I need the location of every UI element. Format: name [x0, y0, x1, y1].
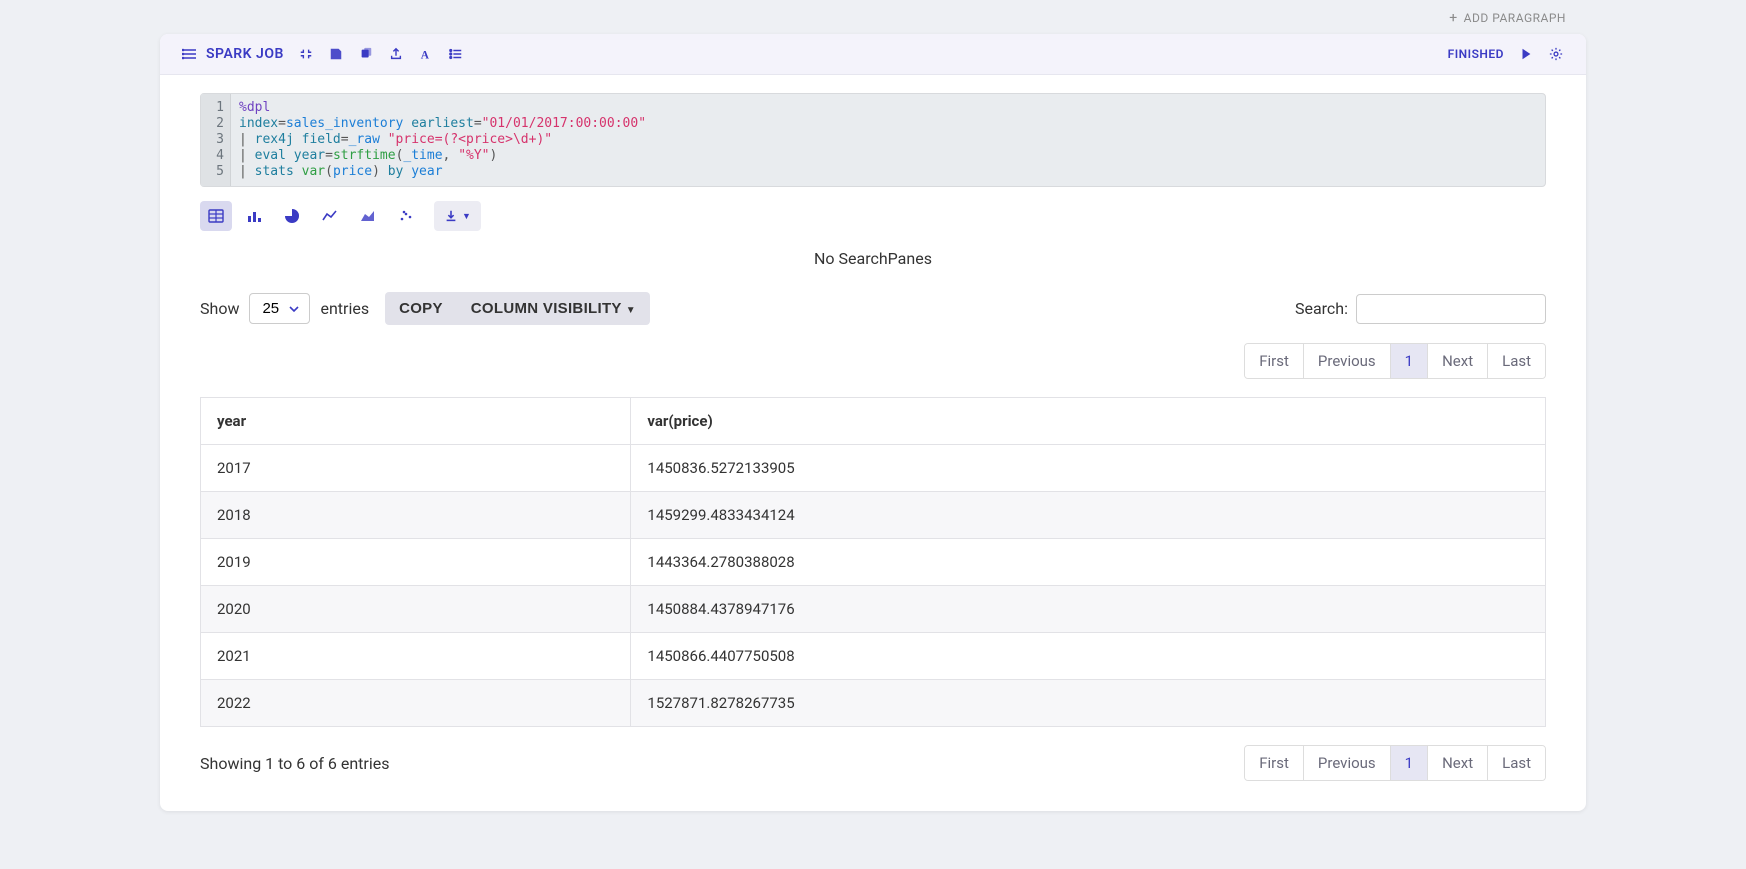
paragraph-title: SPARK JOB	[206, 46, 284, 62]
page-size-select[interactable]: 25	[249, 293, 310, 324]
download-button[interactable]: ▼	[434, 201, 481, 231]
table-row: 20181459299.4833434124	[201, 492, 1546, 539]
list-icon	[182, 46, 198, 62]
table-row: 20171450836.5272133905	[201, 445, 1546, 492]
play-icon[interactable]	[1518, 46, 1534, 62]
add-paragraph-label: ADD PARAGRAPH	[1464, 11, 1566, 25]
page-next-button[interactable]: Next	[1428, 344, 1488, 378]
area-chart-button[interactable]	[352, 201, 384, 231]
show-label: Show	[200, 299, 239, 318]
panel-header: SPARK JOB A FINISHED	[160, 34, 1586, 75]
table-row: 20191443364.2780388028	[201, 539, 1546, 586]
minimize-icon[interactable]	[298, 46, 314, 62]
code-gutter: 1 2 3 4 5	[201, 94, 231, 186]
no-searchpanes-label: No SearchPanes	[200, 249, 1546, 268]
chevron-down-icon: ▼	[462, 211, 471, 222]
page-number-button[interactable]: 1	[1391, 344, 1428, 378]
save-icon[interactable]	[328, 46, 344, 62]
export-icon[interactable]	[388, 46, 404, 62]
results-table: year var(price) 20171450836.5272133905 2…	[200, 397, 1546, 727]
page-previous-button[interactable]: Previous	[1304, 746, 1391, 780]
code-editor[interactable]: 1 2 3 4 5 %dpl index=sales_inventory ear…	[200, 93, 1546, 187]
paragraph-panel: SPARK JOB A FINISHED	[160, 34, 1586, 811]
pie-chart-button[interactable]	[276, 201, 308, 231]
column-visibility-button[interactable]: COLUMN VISIBILITY▼	[457, 292, 650, 325]
column-header-year[interactable]: year	[201, 398, 631, 445]
table-row: 20201450884.4378947176	[201, 586, 1546, 633]
table-info: Showing 1 to 6 of 6 entries	[200, 754, 389, 773]
numbered-list-icon[interactable]	[448, 46, 464, 62]
copy-button[interactable]: COPY	[385, 292, 457, 325]
pagination-top: First Previous 1 Next Last	[1244, 343, 1546, 379]
page-number-button[interactable]: 1	[1391, 746, 1428, 780]
search-input[interactable]	[1356, 294, 1546, 324]
page-first-button[interactable]: First	[1245, 746, 1304, 780]
page-previous-button[interactable]: Previous	[1304, 344, 1391, 378]
plus-icon: +	[1449, 11, 1457, 25]
font-icon[interactable]: A	[418, 46, 434, 62]
pagination-bottom: First Previous 1 Next Last	[1244, 745, 1546, 781]
copy-icon[interactable]	[358, 46, 374, 62]
table-view-button[interactable]	[200, 201, 232, 231]
search-label: Search:	[1295, 299, 1348, 318]
column-header-var-price[interactable]: var(price)	[631, 398, 1546, 445]
page-next-button[interactable]: Next	[1428, 746, 1488, 780]
viz-toolbar: ▼	[200, 201, 1546, 231]
code-content[interactable]: %dpl index=sales_inventory earliest="01/…	[231, 94, 1545, 186]
page-first-button[interactable]: First	[1245, 344, 1304, 378]
page-last-button[interactable]: Last	[1488, 746, 1545, 780]
page-last-button[interactable]: Last	[1488, 344, 1545, 378]
svg-text:A: A	[421, 49, 430, 61]
add-paragraph-button[interactable]: + ADD PARAGRAPH	[1449, 11, 1566, 25]
entries-label: entries	[320, 299, 369, 318]
table-row: 20221527871.8278267735	[201, 680, 1546, 727]
scatter-chart-button[interactable]	[390, 201, 422, 231]
chevron-down-icon: ▼	[626, 305, 636, 316]
table-row: 20211450866.4407750508	[201, 633, 1546, 680]
status-label: FINISHED	[1448, 47, 1504, 61]
bar-chart-button[interactable]	[238, 201, 270, 231]
gear-icon[interactable]	[1548, 46, 1564, 62]
line-chart-button[interactable]	[314, 201, 346, 231]
